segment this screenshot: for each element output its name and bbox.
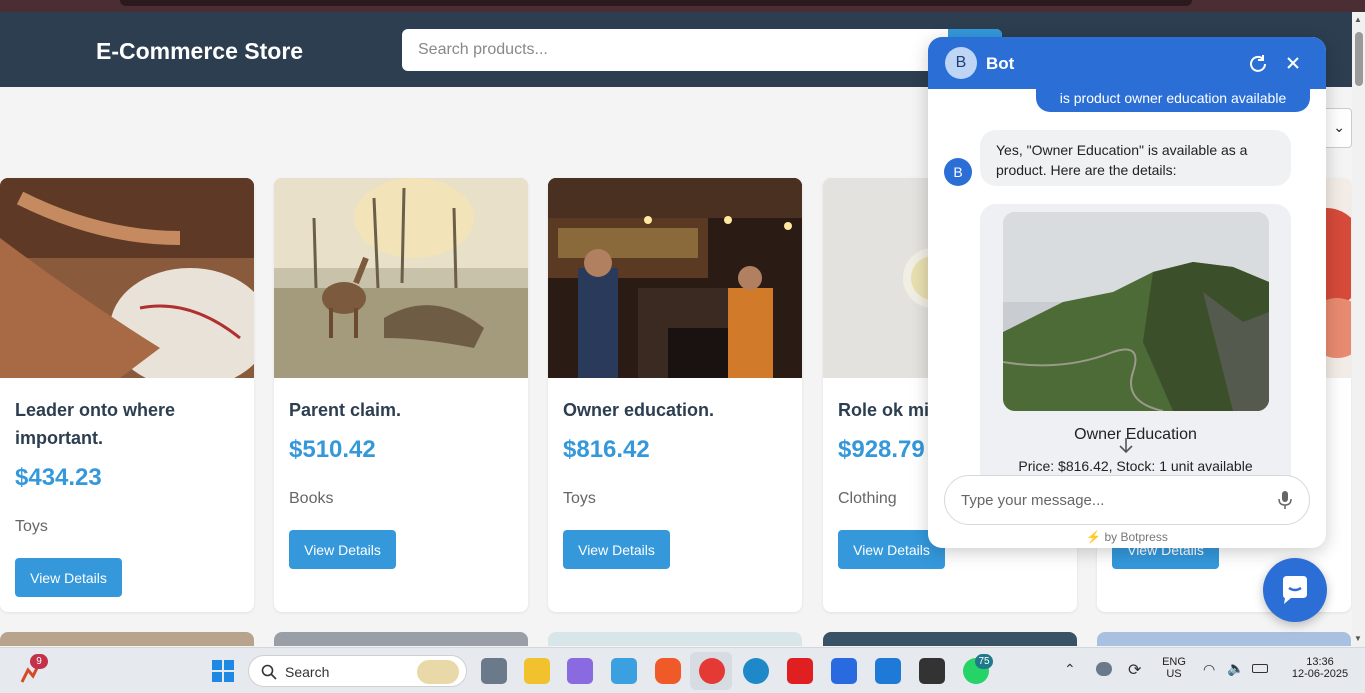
cloud-icon[interactable] (1096, 662, 1112, 676)
search-input[interactable] (402, 29, 1002, 71)
volume-icon[interactable]: 🔈 (1227, 660, 1244, 677)
powered-by[interactable]: ⚡ by Botpress (928, 530, 1326, 544)
product-card-partial (823, 632, 1077, 646)
chat-bubble-icon (1283, 576, 1307, 604)
bot-avatar: B (945, 47, 977, 79)
product-meta: Price: $816.42, Stock: 1 unit available (1018, 458, 1253, 474)
scroll-down-icon[interactable]: ▼ (1354, 634, 1362, 643)
product-price: $816.42 (563, 436, 650, 463)
terminal-icon[interactable] (919, 658, 945, 684)
product-title[interactable]: Owner education. (563, 396, 790, 424)
bot-message: Yes, "Owner Education" is available as a… (980, 130, 1291, 186)
close-icon[interactable] (1283, 53, 1303, 73)
wifi-icon[interactable]: ◠ (1203, 661, 1215, 678)
brave-icon[interactable] (655, 658, 681, 684)
file-explorer-icon[interactable] (524, 658, 550, 684)
brand-title[interactable]: E-Commerce Store (96, 38, 303, 65)
windows-taskbar: 9 Search 75 ⌃ ⟳ ENG US ◠ 🔈 13:36 12-06-2… (0, 647, 1365, 693)
product-card[interactable]: Parent claim. $510.42 Books View Details (274, 178, 528, 612)
edge-icon[interactable] (743, 658, 769, 684)
view-details-button[interactable]: View Details (15, 558, 122, 597)
chat-launcher-button[interactable] (1263, 558, 1327, 622)
chat-message-input[interactable] (944, 475, 1310, 525)
whatsapp-badge: 75 (975, 654, 993, 669)
search-icon (261, 664, 277, 680)
taskbar-search-label: Search (285, 664, 330, 680)
product-category: Clothing (838, 490, 897, 507)
page-scrollbar[interactable]: ▲ ▼ (1352, 12, 1365, 647)
store-icon[interactable] (611, 658, 637, 684)
product-category: Toys (563, 490, 596, 507)
task-view-icon[interactable] (481, 658, 507, 684)
bot-product-card: Owner Education Price: $816.42, Stock: 1… (980, 204, 1291, 504)
todo-icon[interactable] (831, 658, 857, 684)
product-card-partial (548, 632, 802, 646)
arrow-down-icon[interactable] (1115, 435, 1137, 457)
chat-widget: B Bot is product owner education availab… (928, 37, 1326, 548)
product-image-pub (548, 178, 802, 378)
bolt-icon: ⚡ (1086, 530, 1102, 544)
view-details-button[interactable]: View Details (563, 530, 670, 569)
notification-app-icon[interactable]: 9 (20, 654, 48, 684)
scroll-up-icon[interactable]: ▲ (1354, 15, 1362, 24)
product-card[interactable]: Owner education. $816.42 Toys View Detai… (548, 178, 802, 612)
product-price: $928.79 (838, 436, 925, 463)
clock[interactable]: 13:36 12-06-2025 (1280, 656, 1360, 680)
youtube-icon[interactable] (787, 658, 813, 684)
product-title[interactable]: Leader onto where important. (15, 396, 242, 452)
bot-name: Bot (986, 54, 1015, 73)
product-image-baseball (0, 178, 254, 388)
product-image-landscape (1003, 212, 1269, 411)
product-category: Toys (15, 518, 48, 535)
battery-icon[interactable] (1252, 664, 1268, 673)
product-image-deer (274, 178, 528, 378)
windows-start-icon[interactable] (212, 660, 234, 682)
product-card[interactable]: Leader onto where important. $434.23 Toy… (0, 178, 254, 612)
user-message: is product owner education available (1036, 83, 1310, 112)
product-price: $434.23 (15, 464, 102, 491)
taskbar-search[interactable]: Search (248, 655, 467, 687)
scrollbar-thumb[interactable] (1355, 32, 1363, 86)
chat-header: B Bot (928, 37, 1326, 89)
product-card-partial (0, 632, 254, 646)
product-title[interactable]: Parent claim. (289, 396, 516, 424)
language-indicator[interactable]: ENG US (1160, 656, 1188, 680)
sync-icon[interactable]: ⟳ (1128, 660, 1141, 680)
bot-avatar-small: B (944, 158, 972, 186)
notification-badge: 9 (30, 654, 48, 669)
view-details-button[interactable]: View Details (289, 530, 396, 569)
product-card-partial (274, 632, 528, 646)
copilot-icon[interactable] (567, 658, 593, 684)
chevron-down-icon: ⌄ (1333, 119, 1345, 135)
browser-top-strip (0, 0, 1365, 12)
product-category: Books (289, 490, 334, 507)
vscode-icon[interactable] (875, 658, 901, 684)
product-card-partial (1097, 632, 1351, 646)
refresh-icon[interactable] (1248, 53, 1268, 73)
microphone-icon[interactable] (1278, 490, 1292, 510)
product-price: $510.42 (289, 436, 376, 463)
search-highlight-icon (417, 660, 459, 684)
chrome-icon[interactable] (699, 658, 725, 684)
chevron-up-icon[interactable]: ⌃ (1064, 661, 1076, 678)
